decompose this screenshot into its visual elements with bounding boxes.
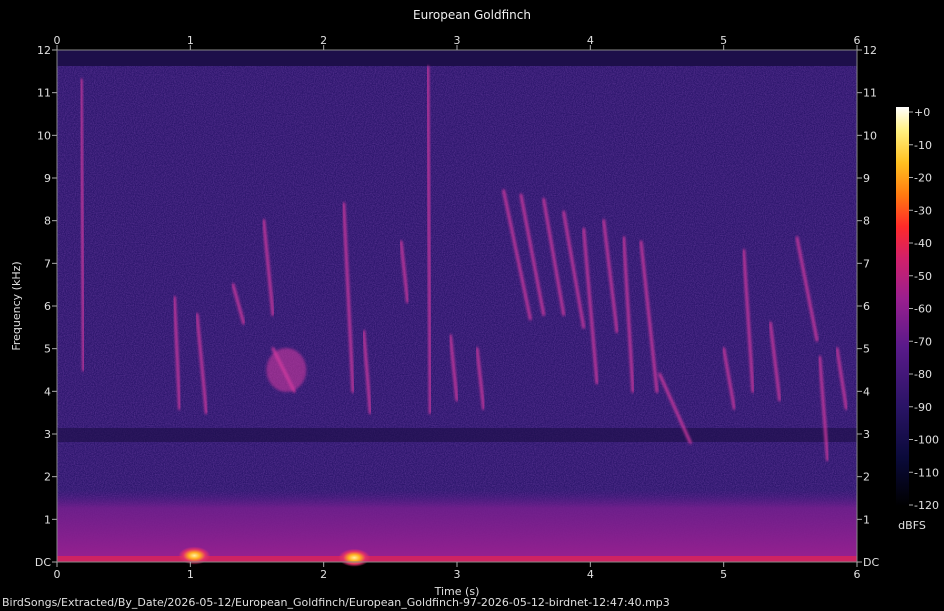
y-tick-label-left: 6 bbox=[44, 300, 51, 313]
y-tick-label-right: 4 bbox=[863, 385, 870, 398]
y-tick-label-left: 12 bbox=[37, 44, 51, 57]
colorbar-ticks: +0 -10 -20 -30 -40 -50 -60 -70 -80 -90 -100 -110 -12… bbox=[909, 106, 939, 512]
x-tick-label-bottom: 2 bbox=[320, 568, 327, 581]
y-tick-label-right: 3 bbox=[863, 428, 870, 441]
x-tick-label-top: 6 bbox=[854, 34, 861, 47]
x-tick-label-bottom: 6 bbox=[854, 568, 861, 581]
y-tick-label-right: 1 bbox=[863, 513, 870, 526]
y-tick-label-left: 4 bbox=[44, 385, 51, 398]
y-tick-label-right: 8 bbox=[863, 215, 870, 228]
colorbar-unit: dBFS bbox=[898, 519, 926, 532]
hotspot bbox=[338, 548, 371, 567]
colorbar-tick-label: -120 bbox=[914, 499, 939, 512]
colorbar-tick-label: -100 bbox=[914, 434, 939, 447]
colorbar-tick-label: -50 bbox=[914, 270, 932, 283]
y-tick-label-right: 6 bbox=[863, 300, 870, 313]
x-tick-label-bottom: 5 bbox=[720, 568, 727, 581]
colorbar-tick-label: -40 bbox=[914, 237, 932, 250]
y-tick-label-right: 12 bbox=[863, 44, 877, 57]
colorbar bbox=[896, 107, 909, 506]
dark-band bbox=[57, 428, 857, 442]
x-tick-label-bottom: 3 bbox=[454, 568, 461, 581]
y-tick-label-right: 10 bbox=[863, 129, 877, 142]
y-tick-label-right: 7 bbox=[863, 257, 870, 270]
x-tick-label-top: 2 bbox=[320, 34, 327, 47]
colorbar-tick-label: +0 bbox=[914, 106, 930, 119]
file-path: BirdSongs/Extracted/By_Date/2026-05-12/E… bbox=[2, 596, 670, 609]
colorbar-tick-label: -10 bbox=[914, 139, 932, 152]
x-tick-label-bottom: 0 bbox=[54, 568, 61, 581]
y-tick-label-left: DC bbox=[35, 556, 51, 569]
y-axis-label: Frequency (kHz) bbox=[10, 261, 23, 350]
x-tick-label-top: 4 bbox=[587, 34, 594, 47]
y-tick-label-right: 9 bbox=[863, 172, 870, 185]
x-tick-label-top: 1 bbox=[187, 34, 194, 47]
colorbar-tick-label: -110 bbox=[914, 466, 939, 479]
y-tick-label-right: 11 bbox=[863, 87, 877, 100]
y-tick-label-right: DC bbox=[863, 556, 879, 569]
x-tick-label-top: 0 bbox=[54, 34, 61, 47]
y-tick-label-left: 9 bbox=[44, 172, 51, 185]
y-tick-label-right: 2 bbox=[863, 471, 870, 484]
y-tick-label-left: 11 bbox=[37, 87, 51, 100]
colorbar-tick-label: -80 bbox=[914, 368, 932, 381]
x-tick-label-top: 5 bbox=[720, 34, 727, 47]
noise-texture bbox=[57, 66, 857, 562]
x-tick-label-top: 3 bbox=[454, 34, 461, 47]
y-tick-label-left: 1 bbox=[44, 513, 51, 526]
low-frequency-band bbox=[57, 490, 857, 562]
colorbar-tick-label: -20 bbox=[914, 172, 932, 185]
call-cluster bbox=[266, 348, 307, 392]
y-tick-label-left: 2 bbox=[44, 471, 51, 484]
colorbar-tick-label: -70 bbox=[914, 335, 932, 348]
x-tick-label-bottom: 1 bbox=[187, 568, 194, 581]
colorbar-tick-label: -90 bbox=[914, 401, 932, 414]
dc-band bbox=[57, 556, 857, 562]
y-tick-label-right: 5 bbox=[863, 343, 870, 356]
y-tick-label-left: 5 bbox=[44, 343, 51, 356]
colorbar-tick-label: -30 bbox=[914, 204, 932, 217]
y-tick-label-left: 3 bbox=[44, 428, 51, 441]
chart-title: European Goldfinch bbox=[413, 8, 531, 22]
y-tick-label-left: 7 bbox=[44, 257, 51, 270]
x-tick-label-bottom: 4 bbox=[587, 568, 594, 581]
y-tick-label-left: 8 bbox=[44, 215, 51, 228]
colorbar-tick-label: -60 bbox=[914, 303, 932, 316]
y-tick-label-left: 10 bbox=[37, 129, 51, 142]
spectrogram-chart: European Goldfinch 00112233445566 DC DC1 1… bbox=[2, 8, 939, 609]
